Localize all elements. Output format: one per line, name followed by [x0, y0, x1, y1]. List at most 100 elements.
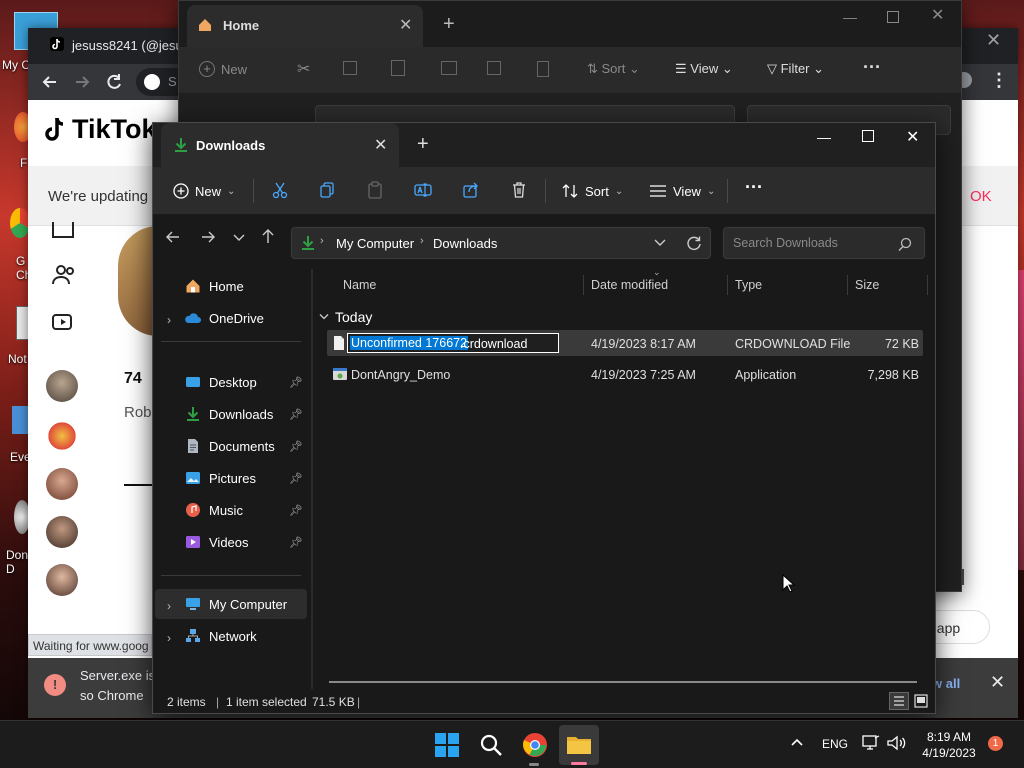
- back-icon[interactable]: [165, 229, 181, 245]
- minimize-icon[interactable]: —: [817, 129, 831, 145]
- close-icon[interactable]: ✕: [906, 127, 919, 147]
- show-hidden-icons-icon[interactable]: [790, 735, 804, 749]
- delete-icon[interactable]: [510, 181, 528, 199]
- nav-item-my-computer[interactable]: › My Computer: [155, 589, 307, 619]
- address-bar[interactable]: › My Computer › Downloads: [291, 227, 711, 259]
- input-language[interactable]: ENG: [822, 737, 848, 751]
- volume-icon[interactable]: [887, 735, 907, 751]
- forward-icon[interactable]: [200, 229, 216, 245]
- new-button[interactable]: New ⌄: [167, 175, 241, 207]
- search-box[interactable]: Search Downloads: [723, 227, 925, 259]
- home-close-icon[interactable]: ✕: [931, 5, 944, 25]
- everything-desktop-icon[interactable]: [12, 406, 28, 434]
- chrome-menu-icon[interactable]: ⋮: [990, 70, 1008, 91]
- nav-item-videos[interactable]: Videos 📌︎: [159, 527, 307, 557]
- home-tab[interactable]: Home ✕: [187, 5, 423, 47]
- nav-item-documents[interactable]: Documents 📌︎: [159, 431, 307, 461]
- chevron-right-icon[interactable]: ›: [167, 313, 171, 327]
- search-icon[interactable]: [898, 237, 912, 251]
- new-tab-icon[interactable]: +: [417, 133, 429, 156]
- horizontal-scrollbar[interactable]: [329, 681, 917, 683]
- maximize-icon[interactable]: [862, 130, 874, 142]
- home-sort-button[interactable]: ⇅ Sort ⌄: [587, 61, 640, 77]
- avatar[interactable]: [46, 370, 78, 402]
- nav-item-onedrive[interactable]: › OneDrive: [159, 303, 307, 333]
- home-nav-icon[interactable]: [52, 222, 74, 238]
- file-row-selected[interactable]: Unconfirmed 176672 .crdownload 4/19/2023…: [327, 330, 923, 356]
- column-divider[interactable]: [847, 275, 848, 295]
- nav-item-pictures[interactable]: Pictures 📌︎: [159, 463, 307, 493]
- column-header-size[interactable]: Size: [855, 269, 925, 301]
- home-cut-icon[interactable]: ✂: [297, 59, 310, 79]
- address-history-chevron-icon[interactable]: [654, 238, 666, 248]
- column-header-type[interactable]: Type: [735, 269, 847, 301]
- chevron-right-icon[interactable]: ›: [167, 631, 171, 645]
- tab-close-icon[interactable]: ✕: [374, 135, 387, 155]
- nav-item-downloads[interactable]: Downloads 📌︎: [159, 399, 307, 429]
- clock[interactable]: 8:19 AM 4/19/2023: [920, 729, 978, 761]
- nav-item-music[interactable]: Music 📌︎: [159, 495, 307, 525]
- home-filter-button[interactable]: ▽ Filter ⌄: [767, 61, 824, 77]
- explorer-taskbar-button[interactable]: [559, 725, 599, 765]
- reload-icon[interactable]: [104, 72, 124, 92]
- nav-item-desktop[interactable]: Desktop 📌︎: [159, 367, 307, 397]
- file-row[interactable]: DontAngry_Demo 4/19/2023 7:25 AM Applica…: [327, 361, 923, 387]
- tiles-view-icon[interactable]: [913, 693, 929, 709]
- refresh-icon[interactable]: [686, 235, 702, 251]
- following-icon[interactable]: [52, 264, 76, 286]
- paste-icon[interactable]: [366, 181, 384, 199]
- nav-item-home[interactable]: Home: [159, 271, 307, 301]
- cut-icon[interactable]: [271, 181, 289, 199]
- recent-locations-chevron-icon[interactable]: [232, 229, 246, 245]
- banner-ok-button[interactable]: OK: [970, 188, 992, 205]
- home-tab-close-icon[interactable]: ✕: [399, 15, 412, 35]
- column-divider[interactable]: [927, 275, 928, 295]
- avatar[interactable]: [46, 516, 78, 548]
- home-rename-icon[interactable]: [441, 61, 457, 75]
- up-icon[interactable]: [260, 227, 276, 245]
- avatar[interactable]: [46, 468, 78, 500]
- chrome-desktop-icon[interactable]: [10, 208, 30, 238]
- details-view-icon[interactable]: [889, 692, 909, 710]
- home-more-icon[interactable]: ···: [863, 57, 881, 78]
- view-button[interactable]: View ⌄: [643, 175, 721, 207]
- notification-close-icon[interactable]: ✕: [990, 672, 1005, 693]
- live-icon[interactable]: [52, 312, 76, 332]
- column-divider[interactable]: [583, 275, 584, 295]
- column-divider[interactable]: [727, 275, 728, 295]
- search-taskbar-icon[interactable]: [479, 733, 503, 757]
- more-options-icon[interactable]: ···: [745, 177, 763, 198]
- chrome-close-icon[interactable]: ✕: [986, 30, 1001, 51]
- downloads-tab[interactable]: Downloads ✕: [161, 123, 399, 167]
- home-new-tab-icon[interactable]: +: [443, 13, 455, 36]
- column-header-name[interactable]: Name: [343, 269, 583, 301]
- home-delete-icon[interactable]: [537, 61, 549, 77]
- share-icon[interactable]: [462, 181, 480, 199]
- copy-icon[interactable]: [318, 181, 336, 199]
- sort-button[interactable]: Sort ⌄: [555, 175, 629, 207]
- home-share-icon[interactable]: [487, 61, 501, 75]
- nav-item-network[interactable]: › Network: [159, 621, 307, 651]
- home-paste-icon[interactable]: [391, 60, 405, 76]
- group-header-today[interactable]: Today: [319, 309, 372, 325]
- network-tray-icon[interactable]: [862, 735, 880, 751]
- breadcrumb-downloads[interactable]: Downloads: [433, 236, 497, 251]
- chrome-taskbar-icon[interactable]: [522, 732, 548, 758]
- tiktok-logo[interactable]: TikTok: [44, 114, 157, 145]
- chevron-right-icon[interactable]: ›: [167, 599, 171, 613]
- rename-input[interactable]: Unconfirmed 176672 .crdownload: [347, 333, 559, 353]
- home-maximize-icon[interactable]: [887, 11, 899, 23]
- forward-icon[interactable]: [72, 72, 92, 92]
- avatar[interactable]: [46, 420, 78, 452]
- home-minimize-icon[interactable]: —: [843, 9, 857, 25]
- home-view-button[interactable]: ☰ View ⌄: [675, 61, 733, 77]
- avatar[interactable]: [46, 564, 78, 596]
- show-all-link[interactable]: w all: [932, 676, 960, 691]
- rename-icon[interactable]: [414, 181, 432, 199]
- breadcrumb-my-computer[interactable]: My Computer: [336, 236, 414, 251]
- start-icon[interactable]: [435, 733, 459, 757]
- back-icon[interactable]: [40, 72, 60, 92]
- notification-badge[interactable]: 1: [988, 736, 1003, 751]
- home-new-button[interactable]: + New: [199, 61, 247, 77]
- home-copy-icon[interactable]: [343, 61, 357, 75]
